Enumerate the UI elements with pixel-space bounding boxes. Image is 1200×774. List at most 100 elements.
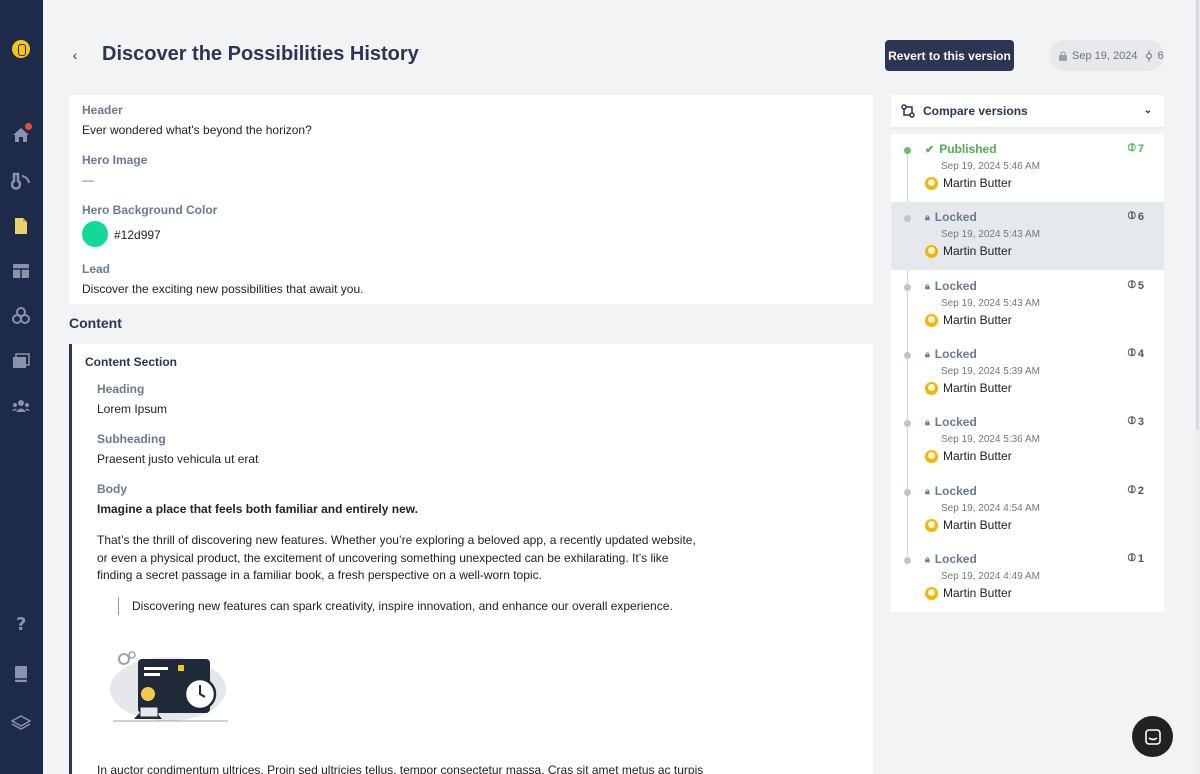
components-icon[interactable] — [10, 305, 32, 327]
logo-icon[interactable] — [12, 40, 30, 58]
avatar — [925, 313, 938, 327]
version-number: ⦶ 2 — [1128, 484, 1144, 497]
blockquote: Discovering new features can spark creat… — [118, 597, 673, 615]
header-value: Ever wondered what's beyond the horizon? — [82, 123, 312, 137]
version-item-4[interactable]: 🔒︎ Locked Sep 19, 2024 5:39 AM Martin But… — [891, 339, 1164, 407]
heading-value: Lorem Ipsum — [97, 402, 168, 416]
version-number: ⦶ 5 — [1128, 279, 1144, 292]
layers-icon[interactable] — [10, 712, 32, 734]
user-name: Martin Butter — [943, 586, 1012, 600]
version-number: ⦶ 3 — [1128, 415, 1144, 428]
timeline-dot — [904, 420, 911, 427]
version-item-1[interactable]: 🔒︎ Locked Sep 19, 2024 4:49 AM Martin But… — [891, 544, 1164, 612]
version-item-3[interactable]: 🔒︎ Locked Sep 19, 2024 5:36 AM Martin But… — [891, 407, 1164, 475]
lead-label: Lead — [82, 262, 111, 276]
version-icon: ⦶ — [1127, 210, 1136, 222]
version-item-5[interactable]: 🔒︎ Locked Sep 19, 2024 5:43 AM Martin But… — [891, 271, 1164, 339]
timeline-dot — [904, 215, 911, 222]
illustration-image — [110, 651, 228, 722]
version-icon: ⦶ — [1127, 347, 1136, 359]
version-status-label: Locked — [934, 279, 977, 293]
version-icon: ⦶ — [1127, 415, 1136, 427]
chat-icon — [1144, 728, 1161, 745]
hero-image-label: Hero Image — [82, 153, 148, 167]
version-number-label: 2 — [1137, 484, 1144, 497]
version-number-label: 7 — [1137, 142, 1144, 155]
version-user: Martin Butter — [925, 176, 1012, 190]
content-block-title: Content Section — [85, 355, 177, 369]
hero-bg-value: #12d997 — [114, 228, 161, 242]
version-item-6[interactable]: 🔒︎ Locked Sep 19, 2024 5:43 AM Martin But… — [891, 202, 1164, 270]
subheading-label: Subheading — [97, 432, 166, 446]
version-status: ✔ Published — [925, 142, 997, 156]
user-name: Martin Butter — [943, 244, 1012, 258]
version-date: Sep 19, 2024 5:43 AM — [941, 229, 1040, 240]
user-name: Martin Butter — [943, 449, 1012, 463]
body-label: Body — [97, 482, 127, 496]
timeline-dot — [904, 147, 911, 154]
user-name: Martin Butter — [943, 518, 1012, 532]
help-icon[interactable]: ? — [10, 612, 32, 634]
version-date: Sep 19, 2024 5:39 AM — [941, 366, 1040, 377]
svg-text:?: ? — [16, 614, 26, 633]
color-swatch — [82, 221, 108, 247]
version-user: Martin Butter — [925, 244, 1012, 258]
avatar — [925, 449, 938, 463]
timeline-dot — [904, 284, 911, 291]
version-status: 🔒︎ Locked — [925, 552, 977, 566]
body-tail: In auctor condimentum ultrices. Proin se… — [97, 763, 704, 774]
home-icon[interactable] — [10, 123, 32, 146]
subheading-value: Praesent justo vehicula ut erat — [97, 452, 259, 466]
fields-card: Header Ever wondered what's beyond the h… — [69, 95, 873, 304]
version-status-label: Locked — [934, 484, 977, 498]
avatar — [925, 586, 938, 600]
version-status-label: Locked — [934, 210, 977, 224]
version-status: 🔒︎ Locked — [925, 347, 977, 361]
heading-label: Heading — [97, 382, 145, 396]
version-number-label: 5 — [1137, 279, 1144, 292]
version-date: Sep 19, 2024 5:43 AM — [941, 298, 1040, 309]
version-status-label: Locked — [934, 552, 977, 566]
compare-versions-dropdown[interactable]: Compare versions ⌄ — [891, 95, 1164, 127]
user-name: Martin Butter — [943, 313, 1012, 327]
content-section-title: Content — [69, 315, 122, 331]
lock-icon: 🔒︎ — [925, 416, 930, 427]
scrollbar[interactable] — [1195, 0, 1200, 774]
version-user: Martin Butter — [925, 586, 1012, 600]
body-intro: Imagine a place that feels both familiar… — [97, 502, 418, 516]
header-label: Header — [82, 103, 123, 117]
lead-value: Discover the exciting new possibilities … — [82, 282, 364, 296]
grid-icon[interactable] — [10, 260, 32, 282]
chat-button[interactable] — [1132, 716, 1173, 757]
check-icon: ✔ — [925, 143, 935, 156]
version-user: Martin Butter — [925, 381, 1012, 395]
lock-icon: 🔒︎ — [925, 553, 930, 564]
media-icon[interactable] — [10, 350, 32, 372]
version-status: 🔒︎ Locked — [925, 210, 977, 224]
body-paragraph: That’s the thrill of discovering new fea… — [97, 532, 737, 585]
version-status-label: Locked — [934, 415, 977, 429]
lock-icon: 🔒︎ — [925, 280, 930, 291]
hero-bg-label: Hero Background Color — [82, 203, 218, 217]
version-date: Sep 19, 2024 4:49 AM — [941, 571, 1040, 582]
chevron-left-icon: ‹ — [72, 47, 78, 63]
back-button[interactable]: ‹ — [68, 46, 82, 64]
timeline-dot — [904, 352, 911, 359]
user-name: Martin Butter — [943, 176, 1012, 190]
version-item-7[interactable]: ✔ Published Sep 19, 2024 5:46 AM Martin B… — [891, 134, 1164, 202]
book-icon[interactable] — [10, 663, 32, 685]
current-version-pill: Sep 19, 2024 6 — [1049, 40, 1164, 71]
revert-button[interactable]: Revert to this version — [885, 40, 1014, 71]
compare-icon — [901, 104, 915, 118]
version-number-label: 6 — [1137, 210, 1144, 223]
version-item-2[interactable]: 🔒︎ Locked Sep 19, 2024 4:54 AM Martin But… — [891, 476, 1164, 544]
page-icon[interactable] — [10, 215, 32, 237]
user-name: Martin Butter — [943, 381, 1012, 395]
users-icon[interactable] — [10, 395, 32, 417]
version-number-label: 4 — [1137, 347, 1144, 360]
blog-icon[interactable] — [10, 170, 32, 192]
version-date: Sep 19, 2024 5:36 AM — [941, 434, 1040, 445]
version-number-label: 1 — [1137, 552, 1144, 565]
avatar — [925, 244, 938, 258]
version-icon: ⦶ — [1127, 279, 1136, 291]
